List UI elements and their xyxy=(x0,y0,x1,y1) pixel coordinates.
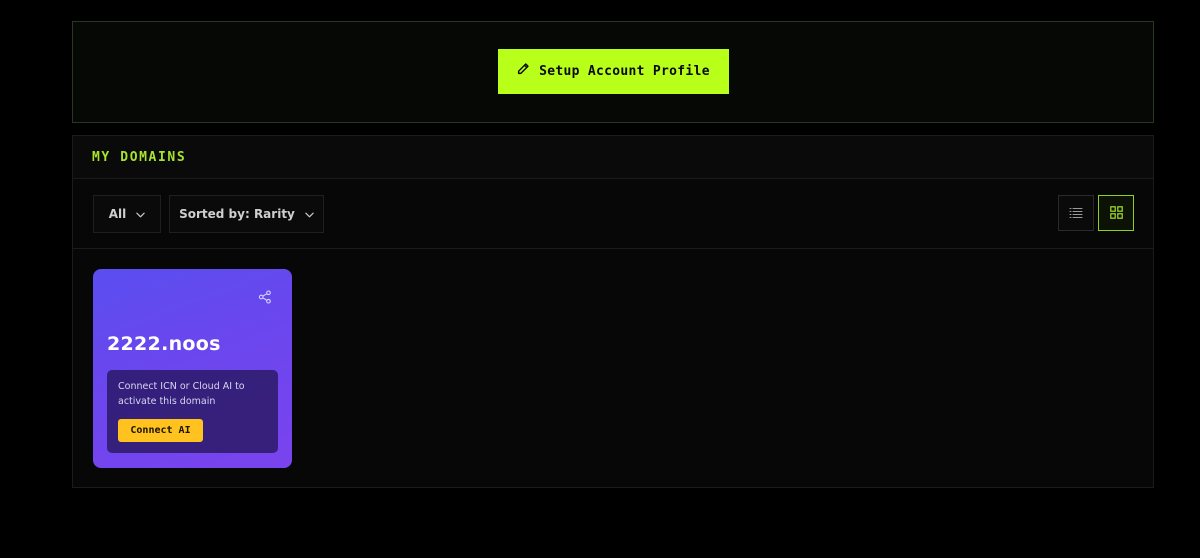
list-view-button[interactable] xyxy=(1058,195,1094,231)
grid-view-icon xyxy=(1109,204,1123,223)
setup-account-profile-label: Setup Account Profile xyxy=(539,63,710,79)
connect-ai-message: Connect ICN or Cloud AI to activate this… xyxy=(118,381,245,407)
account-profile-panel: Setup Account Profile xyxy=(72,21,1154,123)
filter-dropdown-value: All xyxy=(108,207,127,221)
sort-dropdown-value: Sorted by: Rarity xyxy=(179,207,295,221)
chevron-down-icon xyxy=(136,207,145,221)
grid-view-button[interactable] xyxy=(1098,195,1134,231)
filter-dropdown[interactable]: All xyxy=(93,195,161,233)
domain-name: 2222.noos xyxy=(107,333,221,355)
list-view-icon xyxy=(1069,204,1083,223)
connect-ai-box: Connect ICN or Cloud AI to activate this… xyxy=(107,370,278,453)
my-domains-title: MY DOMAINS xyxy=(92,149,187,165)
chevron-down-icon xyxy=(305,207,314,221)
setup-account-profile-button[interactable]: Setup Account Profile xyxy=(497,48,729,94)
connect-ai-button[interactable]: Connect AI xyxy=(118,419,203,442)
sort-dropdown[interactable]: Sorted by: Rarity xyxy=(169,195,324,233)
domains-toolbar: All Sorted by: Rarity xyxy=(73,179,1153,249)
my-domains-header: MY DOMAINS xyxy=(73,136,1153,179)
domain-card[interactable]: 2222.noos Connect ICN or Cloud AI to act… xyxy=(93,269,292,468)
pencil-icon xyxy=(516,62,530,80)
share-icon[interactable] xyxy=(258,289,272,304)
domain-cards-grid: 2222.noos Connect ICN or Cloud AI to act… xyxy=(73,249,1153,487)
my-domains-panel: MY DOMAINS All Sorted by: Rarity 2222.no… xyxy=(72,135,1154,488)
